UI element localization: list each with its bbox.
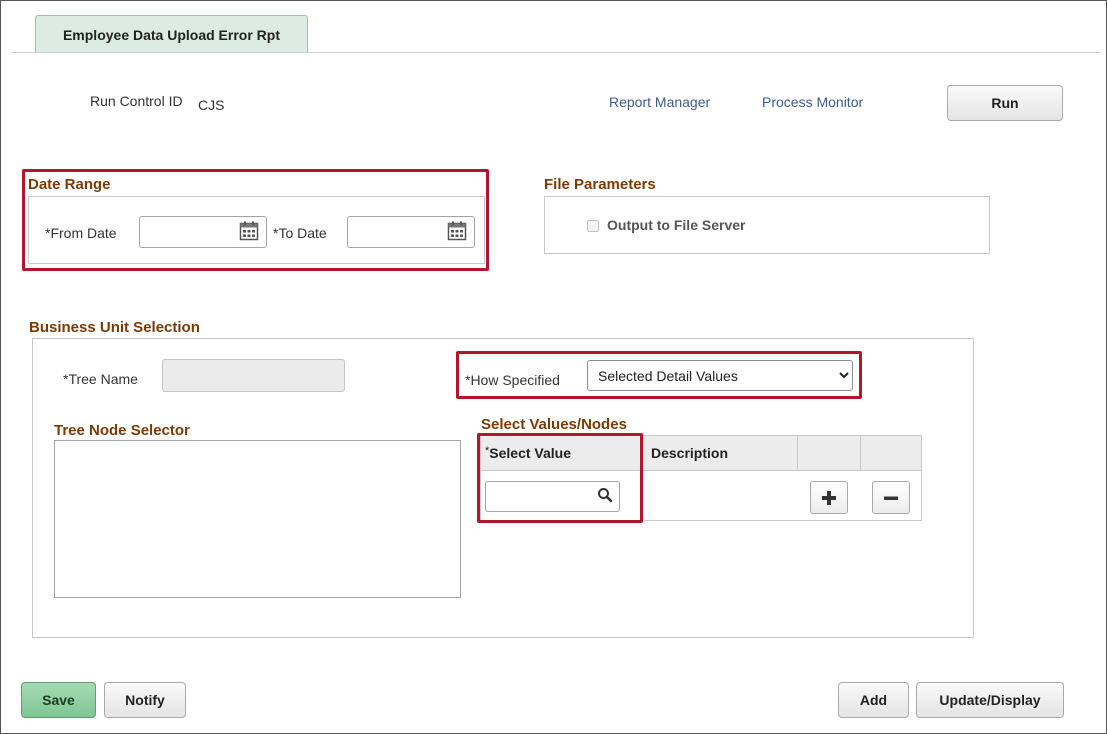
tree-node-selector-area[interactable] [54,440,461,598]
to-date-label: *To Date [273,225,327,241]
update-display-button[interactable]: Update/Display [916,682,1064,718]
save-button[interactable]: Save [21,682,96,718]
from-date-label: *From Date [45,225,117,241]
tree-name-label: *Tree Name [63,371,138,387]
description-column-header: Description [651,445,729,461]
run-control-id-value: CJS [198,97,225,113]
how-specified-select[interactable]: Selected Detail Values [587,360,853,391]
delete-row-button[interactable] [872,481,910,514]
output-to-file-server-label: Output to File Server [607,217,746,233]
run-control-id-label: Run Control ID [90,93,183,109]
output-to-file-server-checkbox[interactable] [587,220,599,232]
from-date-calendar-icon[interactable] [239,221,259,244]
tab-label: Employee Data Upload Error Rpt [62,26,281,43]
tab-divider [11,52,1101,53]
tree-node-selector-title: Tree Node Selector [54,422,190,439]
report-manager-link[interactable]: Report Manager [609,94,710,110]
page-frame: Employee Data Upload Error Rpt Run Contr… [0,0,1107,734]
notify-button[interactable]: Notify [104,682,186,718]
process-monitor-link[interactable]: Process Monitor [762,94,863,110]
file-parameters-title: File Parameters [544,176,656,193]
select-values-nodes-title: Select Values/Nodes [481,416,627,433]
minus-icon [884,496,898,500]
date-range-title: Date Range [28,176,111,193]
add-button[interactable]: Add [838,682,909,718]
tab-employee-data-upload-error-rpt[interactable]: Employee Data Upload Error Rpt [35,15,308,53]
plus-icon [822,490,836,505]
search-icon[interactable] [597,487,613,506]
business-unit-selection-title: Business Unit Selection [29,319,200,336]
how-specified-label: *How Specified [465,372,560,388]
to-date-calendar-icon[interactable] [447,221,467,244]
run-button[interactable]: Run [947,85,1063,121]
tree-name-input[interactable] [162,359,345,392]
add-row-button[interactable] [810,481,848,514]
